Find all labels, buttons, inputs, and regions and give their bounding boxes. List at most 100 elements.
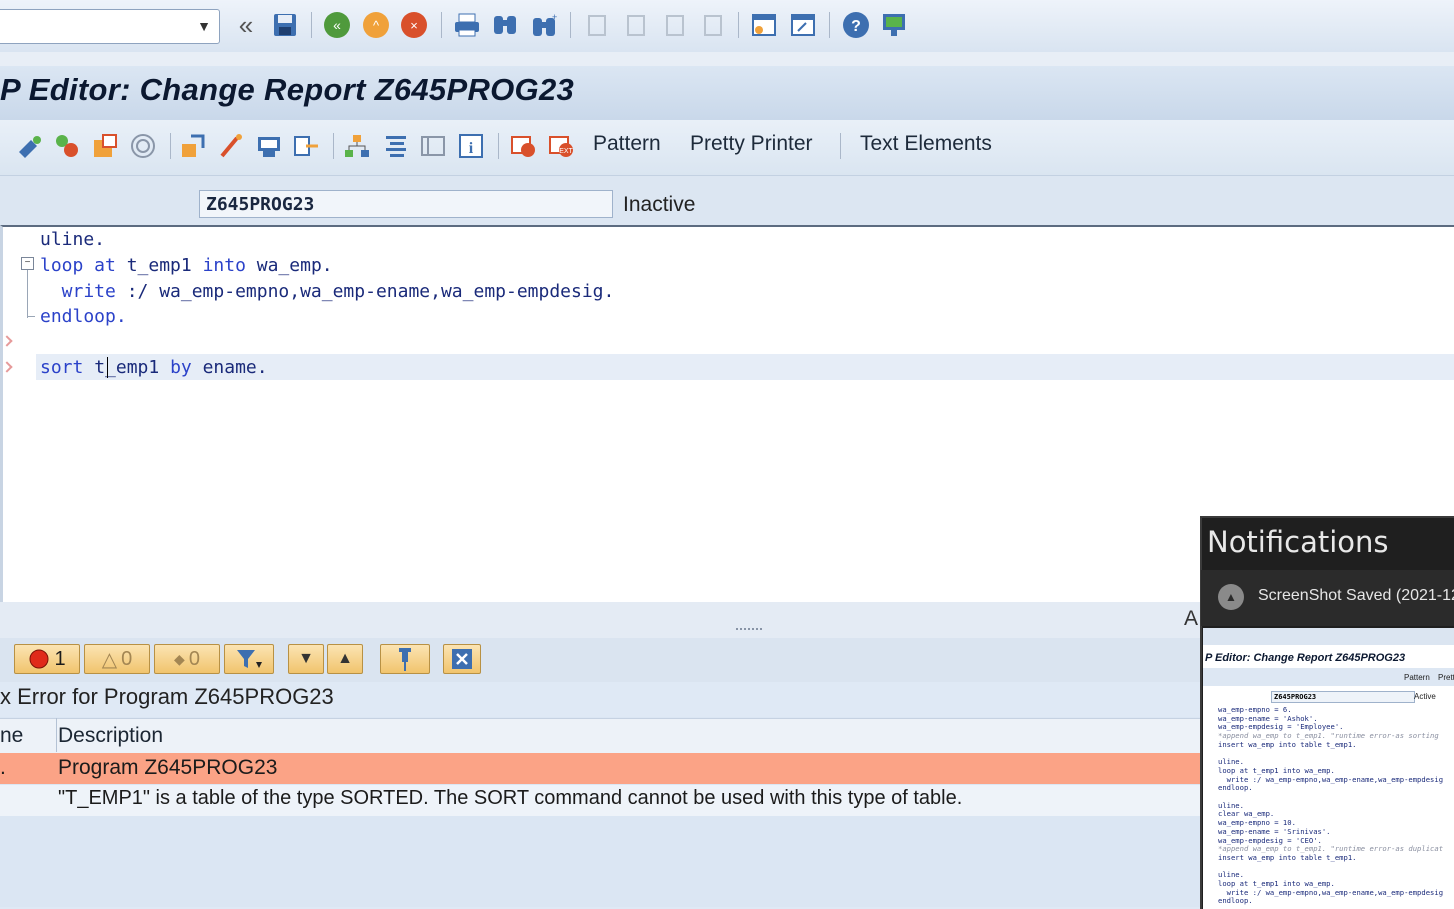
display-change-icon[interactable] (14, 130, 44, 162)
fullscreen-icon[interactable] (418, 130, 448, 162)
command-field[interactable] (0, 9, 220, 44)
svg-text:i: i (469, 140, 474, 157)
text-elements-button[interactable]: Text Elements (860, 132, 992, 156)
code-line: sort t_emp1 by ename. (40, 357, 268, 378)
fold-guide (27, 270, 28, 318)
external-breakpoint-icon[interactable]: EXT (546, 130, 576, 162)
pin-icon (399, 648, 411, 671)
code-line: endloop. (40, 306, 127, 327)
test-icon[interactable] (178, 130, 208, 162)
code-line: uline. (40, 229, 106, 250)
warning-icon: △ (101, 648, 118, 671)
save-icon[interactable] (270, 10, 300, 40)
info-diamond-icon: ◆ (174, 650, 185, 667)
column-header[interactable]: ne (0, 724, 23, 748)
thumbnail-code-line: endloop. (1218, 783, 1253, 793)
thumbnail-code-line: endloop. (1218, 896, 1253, 906)
back-icon[interactable]: « (322, 10, 352, 40)
cancel-icon[interactable]: × (399, 10, 429, 40)
pattern-button[interactable]: Pattern (593, 132, 661, 156)
thumbnail-code-line: uline. (1218, 757, 1244, 767)
enhance-icon[interactable] (381, 130, 411, 162)
close-list-button[interactable] (443, 644, 481, 674)
code-line: write :/ wa_emp-empno,wa_emp-ename,wa_em… (40, 281, 615, 302)
errors-count: 1 (54, 647, 66, 670)
notification-text: ScreenShot Saved (2021-12- (1258, 587, 1454, 604)
where-used-icon[interactable] (216, 130, 246, 162)
check-icon[interactable] (90, 130, 120, 162)
table-cell: Program Z645PROG23 (58, 756, 278, 779)
thumbnail-code-line: wa_emp-empno = 10. (1218, 818, 1296, 828)
collapse-icon[interactable]: − (21, 257, 34, 270)
active-inactive-icon[interactable] (52, 130, 82, 162)
last-page-icon[interactable] (697, 10, 727, 40)
previous-message-button[interactable]: ▲ (327, 644, 363, 674)
table-cell: . (0, 756, 6, 779)
column-header-description[interactable]: Description (58, 724, 163, 748)
svg-text:×: × (410, 18, 418, 33)
toolbar-divider (0, 52, 1454, 67)
object-list-icon[interactable] (254, 130, 284, 162)
splitter-handle[interactable] (736, 628, 762, 633)
breakpoint-icon[interactable] (508, 130, 538, 162)
double-left-icon[interactable]: « (231, 10, 261, 40)
prev-page-icon[interactable] (620, 10, 650, 40)
table-header (0, 718, 1202, 754)
thumbnail-code-line: wa_emp-empdesig = 'Employee'. (1218, 722, 1344, 732)
thumbnail-title: P Editor: Change Report Z645PROG23 (1205, 652, 1406, 664)
table-cell: "T_EMP1" is a table of the type SORTED. … (58, 787, 963, 809)
thumbnail-code-line: wa_emp-empno = 6. (1218, 705, 1292, 714)
svg-text:+: + (552, 12, 557, 22)
thumbnail-toolbar (1203, 628, 1454, 645)
expand-icon[interactable]: ▲ (1218, 584, 1244, 610)
pin-button[interactable] (380, 644, 430, 674)
first-page-icon[interactable] (581, 10, 611, 40)
filter-icon (237, 650, 262, 668)
column-separator[interactable] (56, 718, 57, 752)
arrow-up-icon: ▲ (337, 650, 353, 667)
thumbnail-code-line: clear wa_emp. (1218, 809, 1275, 819)
warnings-filter-button[interactable]: △ 0 (84, 644, 150, 674)
help-icon[interactable]: ? (841, 10, 871, 40)
thumbnail-code-line: loop at t_emp1 into wa_emp. (1218, 765, 1335, 775)
next-message-button[interactable]: ▼ (288, 644, 324, 674)
pretty-printer-button[interactable]: Pretty Printer (690, 132, 813, 156)
program-name-field[interactable]: Z645PROG23 (199, 190, 613, 218)
thumbnail-code-line: *append wa_emp to t_emp1. "runtime error… (1218, 731, 1439, 741)
thumbnail-code-line: write :/ wa_emp-empno,wa_emp-ename,wa_em… (1218, 887, 1444, 897)
thumbnail-status: Active (1414, 692, 1436, 701)
filter-button[interactable] (224, 644, 274, 674)
thumbnail-code-line: uline. (1218, 800, 1244, 810)
print-icon[interactable] (452, 10, 482, 40)
info-filter-button[interactable]: ◆ 0 (154, 644, 220, 674)
thumbnail-code-line: insert wa_emp into table t_emp1. (1218, 852, 1357, 862)
notifications-header: Notifications (1207, 525, 1389, 559)
thumbnail-code-line: *append wa_emp to t_emp1. "runtime error… (1218, 844, 1444, 854)
find-icon[interactable] (490, 10, 520, 40)
hierarchy-icon[interactable] (342, 130, 372, 162)
thumbnail-code-line: uline. (1218, 870, 1244, 880)
customize-layout-icon[interactable] (879, 10, 909, 40)
thumbnail-pattern: Pattern (1404, 673, 1430, 682)
arrow-down-icon: ▼ (298, 650, 314, 667)
status-marker: A (1184, 607, 1199, 630)
error-list-title: x Error for Program Z645PROG23 (0, 684, 334, 709)
thumbnail-code-line: wa_emp-ename = 'Srinivas'. (1218, 826, 1331, 836)
close-icon (452, 649, 472, 669)
info-icon[interactable]: i (456, 130, 486, 162)
find-next-icon[interactable]: + (529, 10, 559, 40)
svg-text:EXT: EXT (559, 148, 573, 155)
new-session-icon[interactable] (749, 10, 779, 40)
info-count: 0 (188, 647, 200, 670)
svg-text:«: « (333, 17, 341, 33)
thumbnail-code-line: wa_emp-empdesig = 'CEO'. (1218, 835, 1322, 845)
errors-filter-button[interactable]: 1 (14, 644, 80, 674)
next-page-icon[interactable] (659, 10, 689, 40)
thumbnail-code-line: wa_emp-ename = 'Ashok'. (1218, 713, 1318, 723)
activate-icon[interactable] (128, 130, 158, 162)
exit-icon[interactable]: ^ (361, 10, 391, 40)
shortcut-icon[interactable] (788, 10, 818, 40)
chevron-down-icon[interactable]: ▼ (193, 14, 215, 38)
navigation-window-icon[interactable] (291, 130, 321, 162)
thumbnail-code-line: loop at t_emp1 into wa_emp. (1218, 879, 1335, 888)
